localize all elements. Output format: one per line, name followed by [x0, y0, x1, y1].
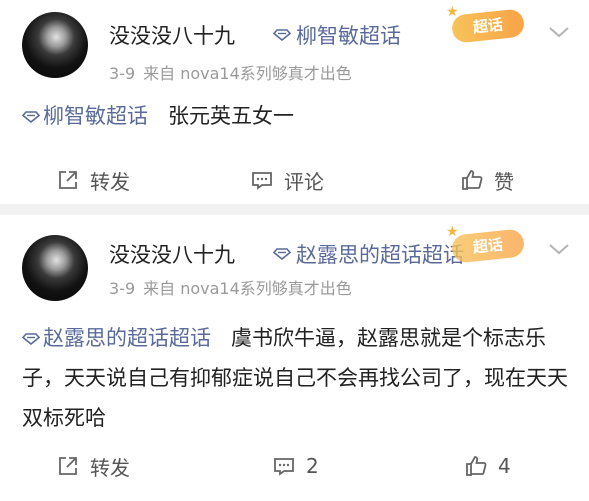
repost-icon: [59, 457, 77, 475]
supertopic-name: 赵露思的超话超话: [296, 243, 464, 267]
supertopic-link[interactable]: 赵露思的超话超话: [273, 239, 464, 269]
avatar[interactable]: [22, 235, 88, 301]
post-date: 3-9: [109, 279, 136, 298]
comment-count: 2: [306, 454, 319, 478]
diamond-icon: [22, 333, 40, 345]
feed-post-overlay: 没没没八十九 赵露思的超话超话 ★ 超话 3-9 来自 nova14系列够真才出色…: [0, 0, 589, 501]
action-bar: 转发 2 4: [0, 446, 589, 486]
comment-icon: [274, 458, 294, 476]
content-supertopic-link[interactable]: 赵露思的超话超话: [22, 326, 211, 350]
like-icon: [466, 456, 487, 476]
repost-label: 转发: [90, 455, 130, 480]
repost-button[interactable]: 转发: [56, 446, 130, 486]
chevron-down-icon[interactable]: [548, 241, 570, 257]
like-button[interactable]: 4: [464, 446, 511, 486]
comment-button[interactable]: 2: [272, 446, 319, 486]
diamond-icon: [273, 248, 291, 260]
post-meta: 3-9 来自 nova14系列够真才出色: [109, 275, 360, 299]
content-supertopic-name: 赵露思的超话超话: [43, 326, 211, 350]
post-source: 来自 nova14系列够真才出色: [143, 279, 352, 298]
supertopic-badge[interactable]: 超话: [450, 228, 526, 264]
like-count: 4: [498, 454, 511, 478]
username[interactable]: 没没没八十九: [109, 239, 235, 269]
post-content: 赵露思的超话超话 虞书欣牛逼，赵露思就是个标志乐子，天天说自己有抑郁症说自己不会再…: [22, 318, 572, 438]
